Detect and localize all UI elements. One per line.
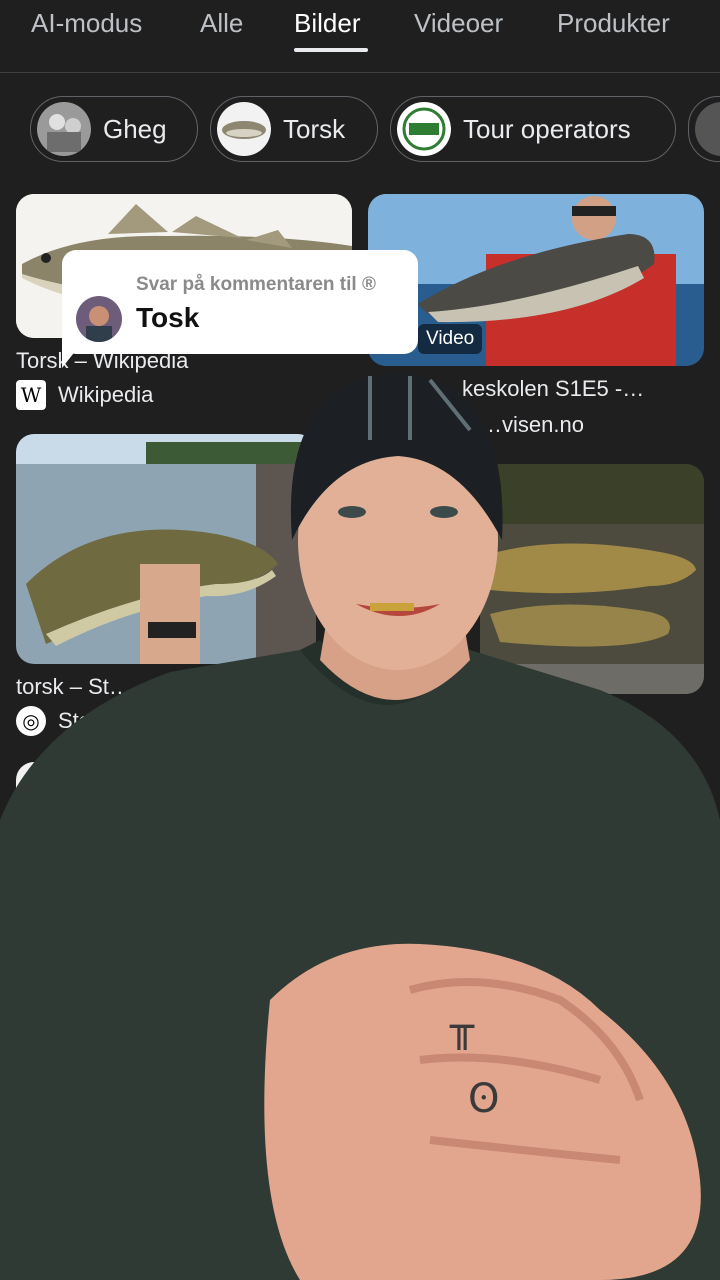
comment-reply-subtitle: Svar på kommentaren til ® (136, 274, 376, 295)
creator-video-overlay: ╥ ʘ (0, 372, 720, 1280)
svg-text:╥: ╥ (449, 1004, 475, 1051)
comment-reply-bubble: Svar på kommentaren til ® Tosk (62, 250, 418, 354)
commenter-avatar (76, 296, 122, 342)
svg-text:ʘ: ʘ (468, 1076, 499, 1122)
comment-text: Tosk (136, 302, 200, 333)
